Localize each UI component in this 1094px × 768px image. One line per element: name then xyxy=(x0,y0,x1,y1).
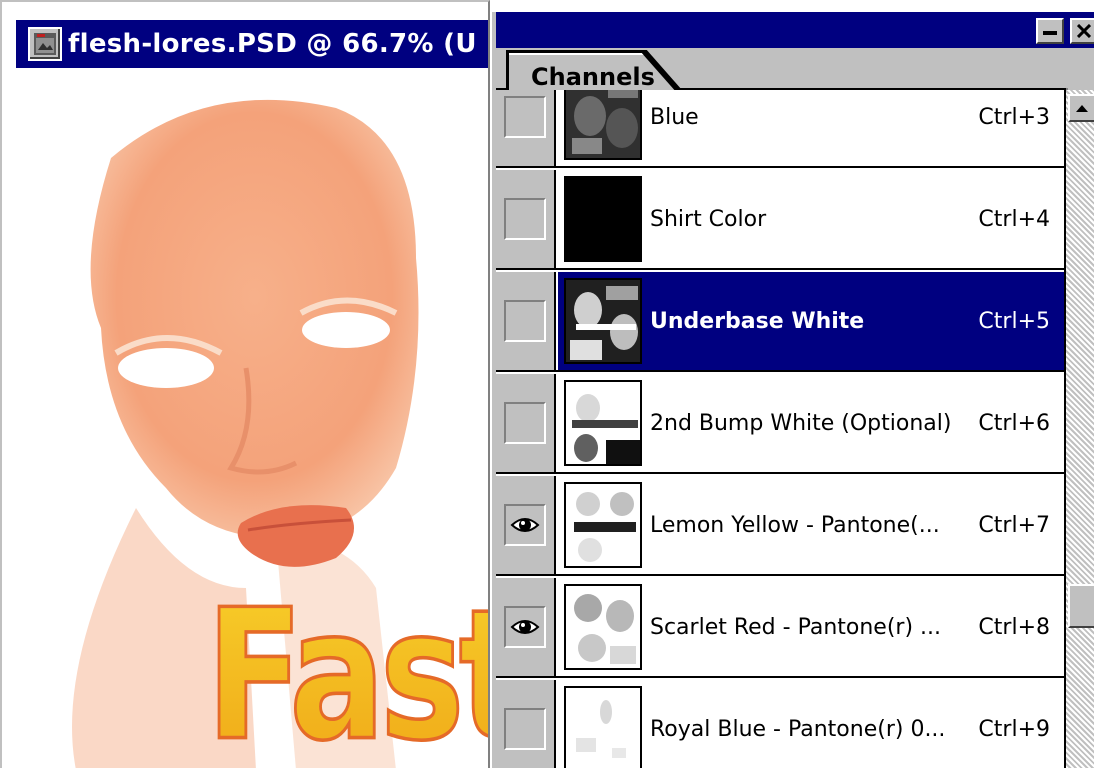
channel-shortcut: Ctrl+8 xyxy=(978,614,1050,640)
minimize-icon xyxy=(1043,31,1057,35)
channel-name: Royal Blue - Pantone(r) 0... xyxy=(650,716,946,742)
channel-name: Lemon Yellow - Pantone(... xyxy=(650,512,940,538)
channel-thumbnail xyxy=(564,482,642,568)
channel-info[interactable]: Blue Ctrl+3 xyxy=(558,90,1064,166)
document-title-bar[interactable]: flesh-lores.PSD @ 66.7% (U xyxy=(16,20,488,68)
channel-name: Shirt Color xyxy=(650,206,767,232)
channels-palette: Channels Blue Ctrl+3 Shirt Color Ctrl+4 … xyxy=(490,12,1094,768)
channel-name: Underbase White xyxy=(650,308,865,334)
visibility-toggle[interactable] xyxy=(496,272,556,370)
channel-row-shirt-color[interactable]: Shirt Color Ctrl+4 xyxy=(496,170,1064,270)
channel-row-underbase-white[interactable]: Underbase White Ctrl+5 xyxy=(496,272,1064,372)
arrow-up-icon xyxy=(1076,105,1088,112)
palette-title-bar[interactable] xyxy=(496,12,1094,48)
eye-icon xyxy=(510,620,540,634)
document-window: flesh-lores.PSD @ 66.7% (U Fast xyxy=(0,0,490,768)
image-canvas[interactable]: Fast xyxy=(16,68,490,768)
channel-shortcut: Ctrl+5 xyxy=(978,308,1050,334)
channel-name: 2nd Bump White (Optional) xyxy=(650,410,952,436)
photoshop-document-icon xyxy=(28,27,62,61)
channel-thumbnail xyxy=(564,90,642,160)
channel-info[interactable]: Lemon Yellow - Pantone(... Ctrl+7 xyxy=(558,476,1064,574)
channel-list: Blue Ctrl+3 Shirt Color Ctrl+4 Underbase… xyxy=(496,90,1064,768)
channel-row-scarlet-red[interactable]: Scarlet Red - Pantone(r) ... Ctrl+8 xyxy=(496,578,1064,678)
close-icon xyxy=(1077,24,1091,38)
channel-info[interactable]: Royal Blue - Pantone(r) 0... Ctrl+9 xyxy=(558,680,1064,768)
channel-thumbnail xyxy=(564,584,642,670)
visibility-box xyxy=(504,606,546,648)
channel-shortcut: Ctrl+4 xyxy=(978,206,1050,232)
close-button[interactable] xyxy=(1070,18,1094,44)
channel-thumbnail xyxy=(564,176,642,262)
channel-shortcut: Ctrl+7 xyxy=(978,512,1050,538)
channel-thumbnail xyxy=(564,380,642,466)
channel-info[interactable]: Scarlet Red - Pantone(r) ... Ctrl+8 xyxy=(558,578,1064,676)
artwork-fast-text: Fast xyxy=(206,571,490,768)
visibility-box xyxy=(504,402,546,444)
channel-shortcut: Ctrl+3 xyxy=(978,104,1050,130)
channel-info[interactable]: Underbase White Ctrl+5 xyxy=(558,272,1064,370)
visibility-box xyxy=(504,300,546,342)
palette-tab-strip: Channels xyxy=(496,48,1094,124)
channel-shortcut: Ctrl+6 xyxy=(978,410,1050,436)
artwork-image: Fast xyxy=(16,68,490,768)
visibility-box xyxy=(504,198,546,240)
channel-shortcut: Ctrl+9 xyxy=(978,716,1050,742)
channel-row-2nd-bump-white[interactable]: 2nd Bump White (Optional) Ctrl+6 xyxy=(496,374,1064,474)
visibility-box xyxy=(504,96,546,138)
channel-thumbnail xyxy=(564,686,642,768)
channel-info[interactable]: Shirt Color Ctrl+4 xyxy=(558,170,1064,268)
minimize-button[interactable] xyxy=(1036,18,1064,44)
channel-row-lemon-yellow[interactable]: Lemon Yellow - Pantone(... Ctrl+7 xyxy=(496,476,1064,576)
eye-icon xyxy=(510,518,540,532)
visibility-toggle[interactable] xyxy=(496,374,556,472)
channel-row-blue[interactable]: Blue Ctrl+3 xyxy=(496,90,1064,168)
visibility-toggle[interactable] xyxy=(496,476,556,574)
visibility-toggle[interactable] xyxy=(496,578,556,676)
document-title: flesh-lores.PSD @ 66.7% (U xyxy=(68,29,477,59)
channel-name: Blue xyxy=(650,104,699,130)
scroll-thumb[interactable] xyxy=(1068,584,1094,628)
channel-info[interactable]: 2nd Bump White (Optional) Ctrl+6 xyxy=(558,374,1064,472)
channel-name: Scarlet Red - Pantone(r) ... xyxy=(650,614,942,640)
visibility-toggle[interactable] xyxy=(496,170,556,268)
visibility-box xyxy=(504,504,546,546)
scroll-up-button[interactable] xyxy=(1068,94,1094,122)
visibility-toggle[interactable] xyxy=(496,90,556,166)
channel-row-royal-blue[interactable]: Royal Blue - Pantone(r) 0... Ctrl+9 xyxy=(496,680,1064,768)
tab-channels-label: Channels xyxy=(531,63,655,91)
channel-thumbnail xyxy=(564,278,642,364)
vertical-scrollbar[interactable] xyxy=(1064,90,1094,768)
visibility-box xyxy=(504,708,546,750)
visibility-toggle[interactable] xyxy=(496,680,556,768)
